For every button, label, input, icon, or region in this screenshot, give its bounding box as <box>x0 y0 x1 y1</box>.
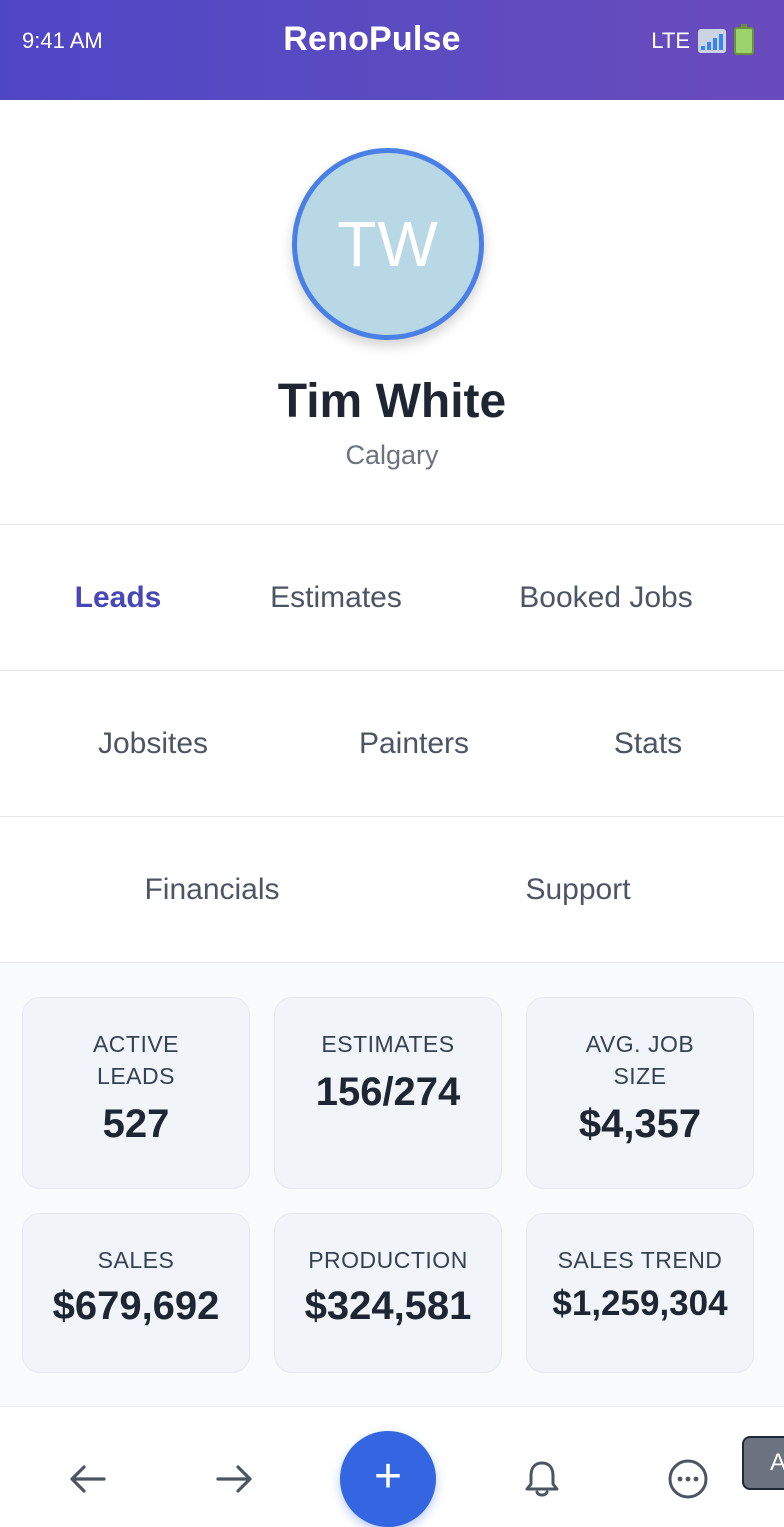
stat-card-avg-job-size[interactable]: AVG. JOB SIZE $4,357 <box>526 997 754 1189</box>
stat-value: $324,581 <box>304 1284 472 1328</box>
avatar[interactable]: TW <box>292 148 484 340</box>
floating-chip[interactable]: A <box>742 1436 784 1490</box>
stat-value: 156/274 <box>315 1070 461 1114</box>
profile-header: TW Tim White Calgary <box>0 100 784 524</box>
nav-item-estimates[interactable]: Estimates <box>246 525 426 670</box>
stat-label: SALES <box>97 1247 175 1273</box>
nav-row-2: Jobsites Painters Stats <box>0 670 784 816</box>
bell-icon[interactable] <box>520 1457 564 1501</box>
stat-value: $679,692 <box>52 1284 220 1328</box>
status-bar: 9:41 AM RenoPulse LTE <box>0 0 784 100</box>
stat-card-estimates[interactable]: ESTIMATES 156/274 <box>274 997 502 1189</box>
avatar-initials: TW <box>337 208 439 280</box>
add-button[interactable]: + <box>340 1431 436 1527</box>
nav-item-leads[interactable]: Leads <box>30 525 206 670</box>
profile-city: Calgary <box>345 440 439 470</box>
stat-card-sales[interactable]: SALES $679,692 <box>22 1213 250 1373</box>
stat-value: $1,259,304 <box>552 1284 728 1323</box>
app-title: RenoPulse <box>283 20 461 58</box>
nav-row-3: Financials Support <box>0 816 784 962</box>
stat-label: ESTIMATES <box>321 1031 455 1057</box>
stat-card-production[interactable]: PRODUCTION $324,581 <box>274 1213 502 1373</box>
nav-item-jobsites[interactable]: Jobsites <box>72 671 234 816</box>
stat-value: 527 <box>102 1102 170 1146</box>
stats-grid: ACTIVE LEADS 527 ESTIMATES 156/274 AVG. … <box>0 962 784 1406</box>
stat-label: PRODUCTION <box>308 1247 468 1273</box>
stat-value: $4,357 <box>578 1102 702 1146</box>
nav-item-painters[interactable]: Painters <box>336 671 492 816</box>
signal-icon <box>698 29 726 53</box>
nav-item-support[interactable]: Support <box>500 817 656 962</box>
stat-card-active-leads[interactable]: ACTIVE LEADS 527 <box>22 997 250 1189</box>
network-label: LTE <box>651 28 690 53</box>
bottom-nav-bar: + <box>0 1406 784 1527</box>
arrow-right-icon[interactable] <box>212 1457 256 1501</box>
profile-name: Tim White <box>277 375 507 428</box>
stat-label: AVG. JOB SIZE <box>585 1031 695 1089</box>
battery-icon <box>734 24 754 55</box>
nav-row-1: Leads Estimates Booked Jobs <box>0 524 784 670</box>
ellipsis-icon[interactable] <box>666 1457 710 1501</box>
status-indicators: LTE <box>651 24 754 55</box>
stat-label: ACTIVE LEADS <box>92 1031 180 1089</box>
stat-label: SALES TREND <box>557 1247 723 1273</box>
nav-item-stats[interactable]: Stats <box>590 671 706 816</box>
nav-item-booked-jobs[interactable]: Booked Jobs <box>494 525 718 670</box>
stat-card-sales-trend[interactable]: SALES TREND $1,259,304 <box>526 1213 754 1373</box>
nav-item-financials[interactable]: Financials <box>120 817 304 962</box>
arrow-left-icon[interactable] <box>66 1457 110 1501</box>
